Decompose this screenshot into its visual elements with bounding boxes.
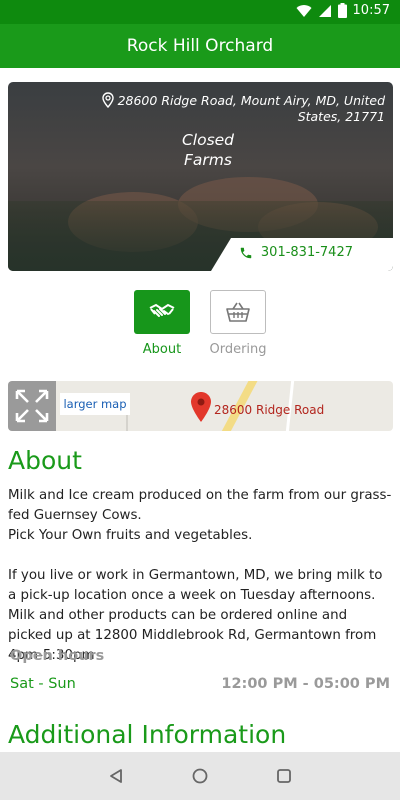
about-heading: About — [8, 446, 82, 475]
open-hours-time: 12:00 PM - 05:00 PM — [221, 676, 390, 692]
open-hours-days: Sat - Sun — [10, 676, 76, 692]
phone-link[interactable]: 301-831-7427 — [239, 245, 353, 260]
recents-square-icon — [277, 769, 291, 783]
about-description-text: Milk and Ice cream produced on the farm … — [8, 488, 392, 663]
tab-ordering[interactable]: Ordering — [206, 290, 270, 357]
status-icons: 10:57 — [296, 3, 390, 18]
basket-icon — [226, 302, 250, 322]
status-time: 10:57 — [352, 3, 390, 18]
map-marker-icon — [191, 392, 211, 422]
larger-map-link[interactable]: larger map — [60, 393, 130, 415]
tab-about[interactable]: About — [130, 290, 194, 357]
hero-image: 28600 Ridge Road, Mount Airy, MD, United… — [8, 82, 393, 271]
phone-number: 301-831-7427 — [260, 245, 353, 260]
tab-about-box[interactable] — [134, 290, 190, 334]
tab-ordering-label: Ordering — [209, 342, 267, 357]
tab-ordering-box[interactable] — [210, 290, 266, 334]
page-title: Rock Hill Orchard — [126, 36, 274, 56]
phone-tab: 301-831-7427 — [211, 238, 393, 271]
location-pin-icon — [101, 92, 114, 108]
farm-address[interactable]: 28600 Ridge Road, Mount Airy, MD, United… — [55, 92, 385, 125]
about-description: Milk and Ice cream produced on the farm … — [8, 486, 393, 666]
tab-about-label: About — [142, 342, 182, 357]
map-expand-button[interactable] — [8, 381, 56, 431]
fullscreen-icon — [15, 389, 49, 423]
additional-info-heading: Additional Information — [8, 720, 287, 749]
recents-button[interactable] — [274, 766, 294, 786]
map-pin-label: 28600 Ridge Road — [214, 403, 325, 417]
section-tabs: About Ordering — [0, 290, 400, 360]
back-triangle-icon — [110, 769, 122, 783]
phone-icon — [240, 247, 252, 258]
wifi-icon — [296, 4, 312, 17]
farm-address-text: 28600 Ridge Road, Mount Airy, MD, United… — [117, 93, 385, 124]
back-button[interactable] — [106, 766, 126, 786]
app-bar: Rock Hill Orchard — [0, 24, 400, 68]
home-button[interactable] — [190, 766, 210, 786]
signal-icon — [318, 4, 331, 17]
open-hours-label: Open hours — [10, 648, 105, 664]
battery-icon — [337, 3, 347, 18]
status-bar: 10:57 — [0, 0, 400, 24]
handshake-icon — [149, 303, 175, 317]
system-nav-bar — [0, 752, 400, 800]
farm-status: Closed Farms — [181, 131, 235, 169]
map-preview[interactable]: larger map 28600 Ridge Road — [8, 381, 393, 431]
home-circle-icon — [192, 768, 208, 784]
